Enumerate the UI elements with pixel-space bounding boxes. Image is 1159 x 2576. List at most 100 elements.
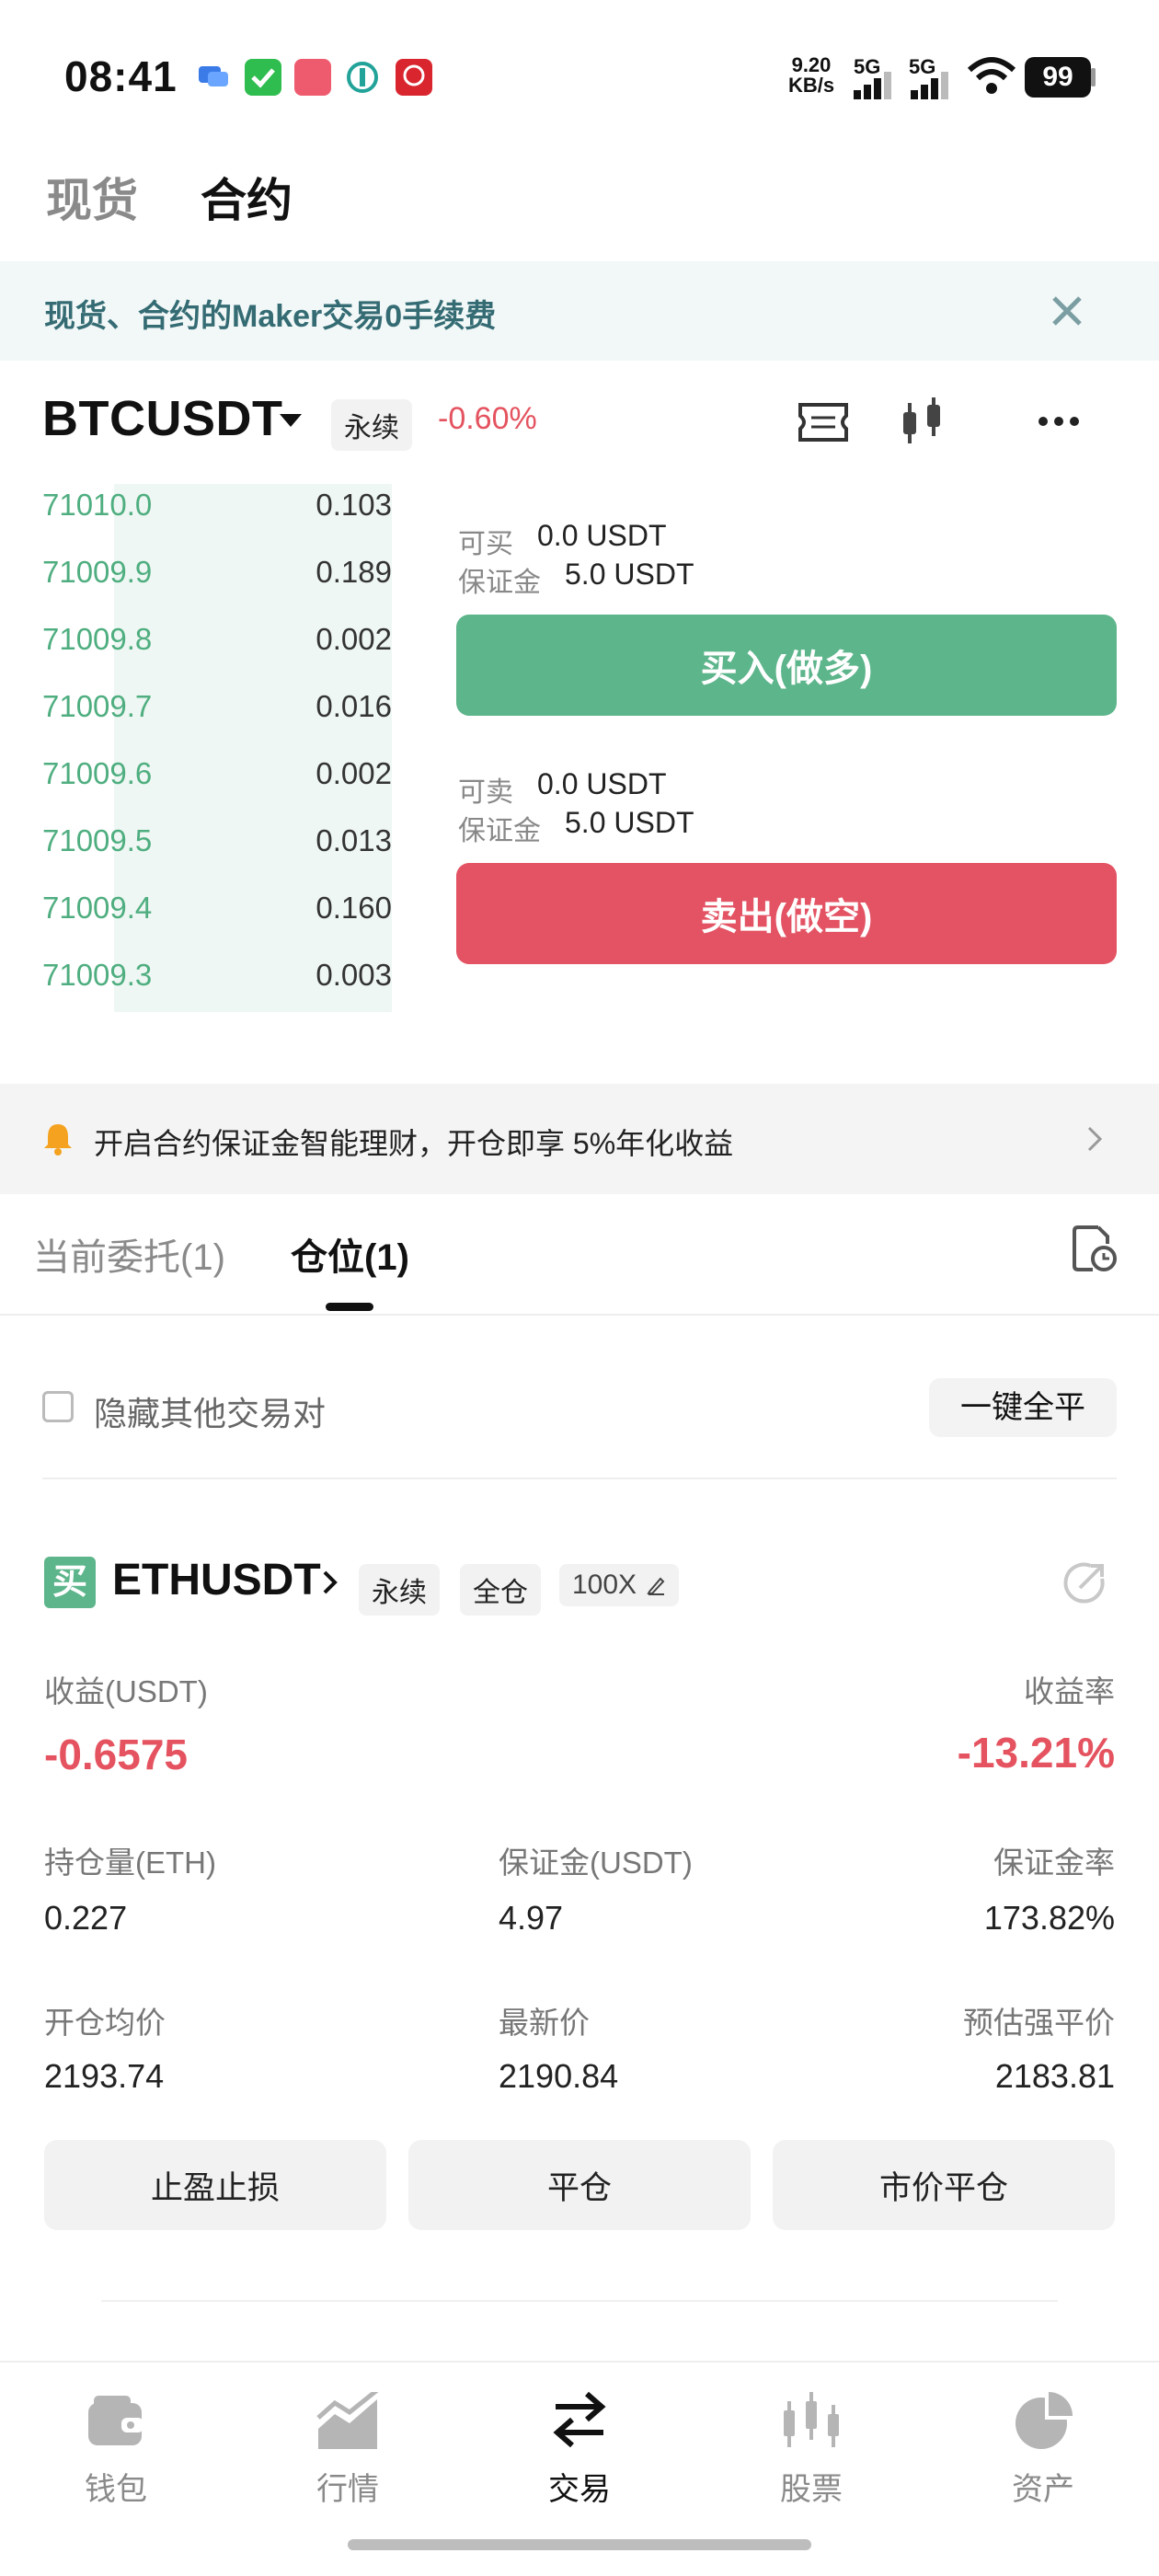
orderbook-qty: 0.013 xyxy=(316,823,392,857)
hide-other-label: 隐藏其他交易对 xyxy=(94,1395,327,1432)
candlestick-icon xyxy=(784,2392,839,2447)
buy-available-value: 0.0 USDT xyxy=(537,519,667,552)
sell-margin-label: 保证金 xyxy=(458,816,541,846)
tab-open-orders[interactable]: 当前委托(1) xyxy=(33,1227,225,1281)
nav-wallet[interactable]: 钱包 xyxy=(0,2361,232,2526)
battery-tip xyxy=(1091,68,1096,86)
divider xyxy=(101,2300,1058,2302)
margin-ratio-value: 173.82% xyxy=(983,1899,1115,1937)
margin-label: 保证金(USDT) xyxy=(499,1846,693,1880)
orderbook-qty: 0.002 xyxy=(316,756,392,790)
market-close-button[interactable]: 市价平仓 xyxy=(773,2140,1115,2230)
orderbook-qty: 0.003 xyxy=(316,958,392,992)
size-label: 持仓量(ETH) xyxy=(44,1846,216,1880)
promo-text: 开启合约保证金智能理财，开仓即享 5%年化收益 xyxy=(94,1127,734,1160)
nav-label: 交易 xyxy=(548,2472,611,2507)
buy-long-button[interactable]: 买入(做多) xyxy=(456,615,1117,716)
bank-app-icon xyxy=(344,59,381,96)
swap-arrows-icon xyxy=(553,2391,606,2448)
pie-chart-icon xyxy=(1016,2392,1073,2449)
edit-icon xyxy=(647,1577,665,1595)
buy-margin-value: 5.0 USDT xyxy=(565,558,694,591)
symbol-type-tag: 永续 xyxy=(331,399,412,451)
buy-margin-label: 保证金 xyxy=(458,568,541,598)
orderbook-price[interactable]: 71009.3 xyxy=(42,958,152,993)
promo-bar[interactable]: 开启合约保证金智能理财，开仓即享 5%年化收益 xyxy=(0,1084,1159,1194)
tab-positions[interactable]: 仓位(1) xyxy=(291,1227,409,1281)
nav-trade[interactable]: 交易 xyxy=(464,2361,695,2526)
order-history-icon[interactable] xyxy=(1071,1224,1117,1278)
divider xyxy=(0,1314,1159,1316)
net-speed: 9.20 KB/s xyxy=(784,55,839,96)
nav-market[interactable]: 行情 xyxy=(232,2361,464,2526)
position-side-badge: 买 xyxy=(44,1557,96,1608)
red-app-icon xyxy=(396,59,432,96)
net-speed-unit: KB/s xyxy=(787,74,835,97)
tab-spot[interactable]: 现货 xyxy=(46,164,138,230)
orderbook-price[interactable]: 71010.0 xyxy=(42,488,152,523)
orderbook-qty: 0.160 xyxy=(316,891,392,925)
size-value: 0.227 xyxy=(44,1899,128,1937)
orderbook-price[interactable]: 71009.4 xyxy=(42,891,152,926)
bell-icon xyxy=(40,1121,75,1160)
margin-ratio-label: 保证金率 xyxy=(993,1846,1115,1880)
liq-price-value: 2183.81 xyxy=(994,2057,1115,2095)
perpetual-tag: 永续 xyxy=(359,1564,440,1616)
chevron-right-icon[interactable] xyxy=(322,1570,339,1600)
tp-sl-button[interactable]: 止盈止损 xyxy=(44,2140,386,2230)
close-all-button[interactable]: 一键全平 xyxy=(929,1378,1117,1437)
entry-price-label: 开仓均价 xyxy=(44,2006,166,2040)
symbol-name[interactable]: BTCUSDT xyxy=(42,390,282,447)
close-icon[interactable] xyxy=(1050,294,1084,332)
signal-bars-icon xyxy=(854,72,894,104)
hide-other-checkbox[interactable] xyxy=(42,1391,74,1422)
orderbook-price[interactable]: 71009.7 xyxy=(42,689,152,724)
margin-value: 4.97 xyxy=(499,1899,564,1937)
orderbook-qty: 0.016 xyxy=(316,689,392,723)
sell-margin-value: 5.0 USDT xyxy=(565,806,694,839)
nav-label: 行情 xyxy=(316,2472,379,2507)
price-change: -0.60% xyxy=(438,401,537,436)
orderbook-price[interactable]: 71009.5 xyxy=(42,823,152,858)
roe-label: 收益率 xyxy=(1024,1674,1115,1708)
check-app-icon xyxy=(245,59,281,96)
orderbook-price[interactable]: 71009.9 xyxy=(42,555,152,590)
nav-stocks[interactable]: 股票 xyxy=(695,2361,927,2526)
share-icon[interactable] xyxy=(1061,1558,1109,1611)
orderbook: 71010.0 0.103 71009.9 0.189 71009.8 0.00… xyxy=(0,484,405,1018)
leverage-value: 100X xyxy=(572,1570,637,1600)
dropdown-caret-icon[interactable] xyxy=(280,414,302,433)
leverage-tag[interactable]: 100X xyxy=(559,1564,680,1606)
mark-price-value: 2190.84 xyxy=(499,2057,619,2095)
nav-label: 钱包 xyxy=(85,2472,147,2507)
divider xyxy=(42,1478,1117,1479)
roe-value: -13.21% xyxy=(957,1729,1115,1777)
status-time: 08:41 xyxy=(64,52,178,100)
tab-futures[interactable]: 合约 xyxy=(201,164,293,230)
margin-mode-tag: 全仓 xyxy=(460,1564,541,1616)
position-symbol[interactable]: ETHUSDT xyxy=(112,1555,321,1605)
message-app-icon xyxy=(195,59,232,96)
sell-short-button[interactable]: 卖出(做空) xyxy=(456,863,1117,964)
ticket-icon[interactable] xyxy=(797,401,850,448)
nav-assets[interactable]: 资产 xyxy=(927,2361,1159,2526)
orderbook-qty: 0.002 xyxy=(316,622,392,656)
orderbook-price[interactable]: 71009.6 xyxy=(42,756,152,791)
wifi-icon xyxy=(966,55,1017,100)
close-position-button[interactable]: 平仓 xyxy=(408,2140,751,2230)
sell-available-label: 可卖 xyxy=(458,777,513,808)
battery-icon: 99 xyxy=(1025,57,1091,98)
nav-label: 股票 xyxy=(780,2472,843,2507)
home-indicator xyxy=(348,2539,811,2550)
banner-text: 现货、合约的Maker交易0手续费 xyxy=(44,299,497,334)
active-tab-indicator xyxy=(326,1303,373,1311)
candlestick-chart-icon[interactable] xyxy=(900,396,946,454)
more-icon[interactable] xyxy=(1036,412,1082,435)
fee-banner: 现货、合约的Maker交易0手续费 xyxy=(0,261,1159,361)
sell-available-value: 0.0 USDT xyxy=(537,767,667,800)
net-speed-value: 9.20 xyxy=(791,53,832,76)
wallet-icon xyxy=(88,2396,143,2445)
shopping-app-icon xyxy=(294,59,331,96)
orderbook-price[interactable]: 71009.8 xyxy=(42,622,152,657)
nav-label: 资产 xyxy=(1012,2472,1074,2507)
